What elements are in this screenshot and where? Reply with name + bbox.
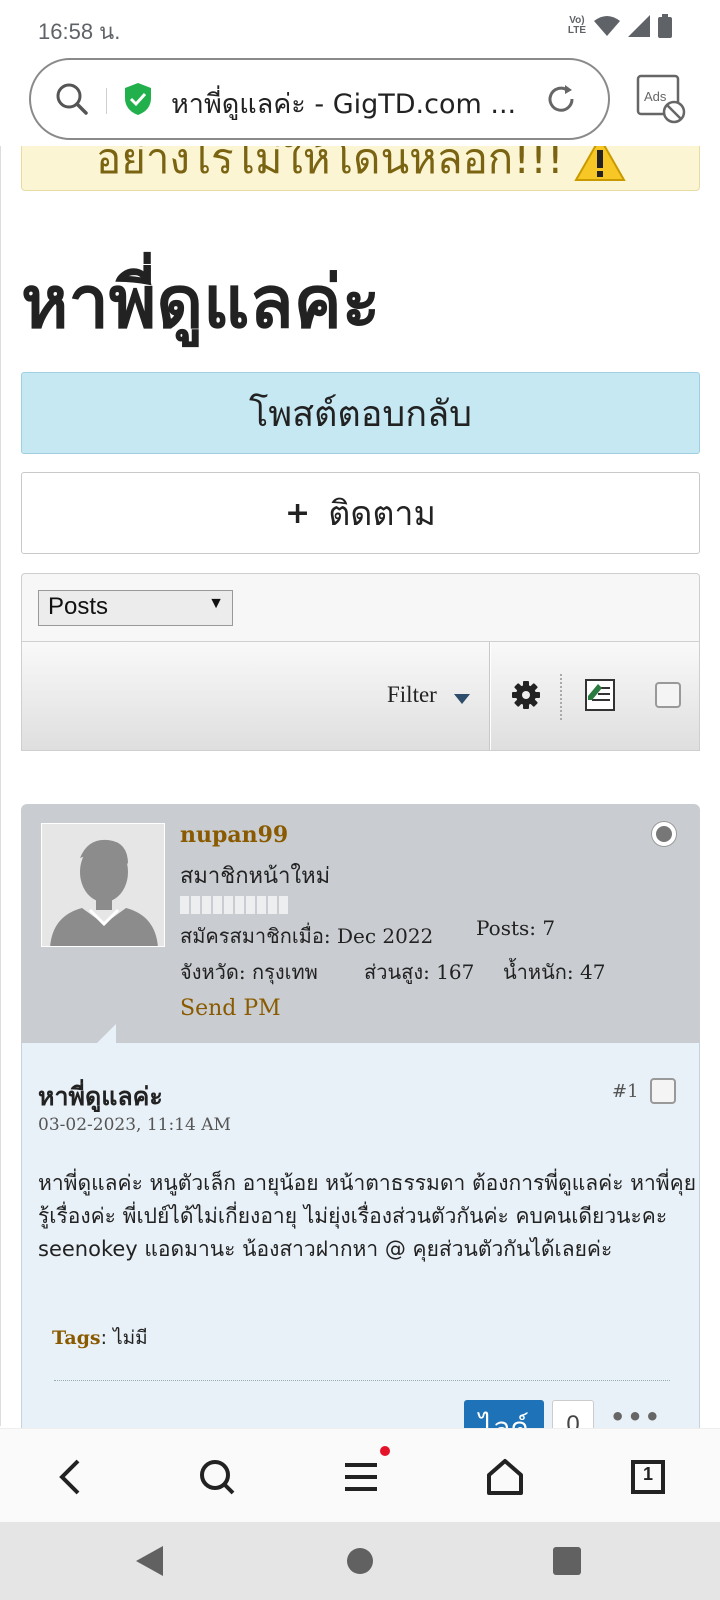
filter-caret-icon[interactable] [454, 694, 470, 704]
banner-text: อย่างไรไม่ให้โดนหลอก!!! [96, 146, 564, 183]
province-label: จังหวัด: [180, 960, 246, 984]
url-title[interactable]: หาพี่ดูแลค่ะ - GigTD.com ... [171, 82, 551, 125]
join-date: สมัครสมาชิกเมื่อ: Dec 2022 [180, 920, 433, 952]
post-body: หาพี่ดูแลค่ะ 03-02-2023, 11:14 AM #1 หาพ… [21, 1043, 700, 1450]
ad-block-icon[interactable]: Ads [636, 74, 690, 126]
view-select-value: Posts [48, 593, 109, 620]
warning-icon [574, 146, 626, 181]
post-count: Posts: 7 [476, 916, 555, 940]
speech-tail [96, 1024, 116, 1044]
tags-label: Tags [52, 1327, 101, 1349]
plus-icon: + [285, 495, 311, 531]
reputation-bar [180, 896, 288, 914]
post-divider [54, 1380, 670, 1381]
default-avatar-icon [42, 824, 164, 946]
height-label: ส่วนสูง: [364, 960, 430, 984]
weight-value: 47 [579, 960, 606, 984]
menu-icon[interactable] [337, 1453, 385, 1501]
ads-label: Ads [644, 89, 667, 104]
post-count-label: Posts: [476, 916, 536, 940]
wifi-icon [594, 16, 620, 36]
province-value: กรุงเทพ [251, 960, 318, 984]
tab-count: 1 [642, 1464, 653, 1484]
address-bar[interactable]: หาพี่ดูแลค่ะ - GigTD.com ... [29, 58, 610, 140]
post-select-checkbox[interactable] [650, 1078, 676, 1104]
system-back-icon[interactable] [136, 1546, 163, 1576]
search-icon[interactable] [193, 1453, 241, 1501]
user-height: ส่วนสูง: 167 [364, 956, 474, 988]
join-date-value: Dec 2022 [336, 924, 434, 948]
view-select[interactable]: Posts ▼ [38, 590, 233, 626]
reply-button[interactable]: โพสต์ตอบกลับ [21, 372, 700, 454]
user-province: จังหวัด: กรุงเทพ [180, 956, 318, 988]
follow-label: ติดตาม [328, 494, 436, 534]
thread-toolbar: Posts ▼ Filter [21, 573, 700, 751]
post-author-panel: nupan99 สมาชิกหน้าใหม่ สมัครสมาชิกเมื่อ:… [21, 804, 700, 1044]
select-all-checkbox[interactable] [655, 682, 681, 708]
tabs-button[interactable]: 1 [624, 1453, 672, 1501]
system-nav-bar [0, 1522, 720, 1600]
battery-icon [658, 14, 672, 38]
gear-icon[interactable] [511, 680, 541, 710]
signal-icon [628, 15, 650, 37]
browser-bottom-nav: 1 [0, 1428, 720, 1522]
more-options-icon[interactable]: ••• [610, 1403, 662, 1431]
send-pm-link[interactable]: Send PM [180, 996, 281, 1021]
back-arrow-icon[interactable] [48, 1453, 96, 1501]
volte-icon: Vo) LTE [567, 15, 586, 36]
post-tags: Tags: ไม่มี [52, 1323, 148, 1353]
username-link[interactable]: nupan99 [180, 822, 288, 848]
post-date: 03-02-2023, 11:14 AM [38, 1115, 231, 1135]
search-icon[interactable] [55, 82, 89, 116]
tags-value: ไม่มี [113, 1327, 148, 1349]
user-title: สมาชิกหน้าใหม่ [180, 864, 331, 889]
shield-check-icon [125, 83, 151, 115]
user-weight: น้ำหนัก: 47 [503, 956, 605, 988]
warning-banner[interactable]: อย่างไรไม่ให้โดนหลอก!!! [21, 146, 700, 191]
avatar[interactable] [41, 823, 165, 947]
online-status-icon [652, 822, 676, 846]
system-recents-icon[interactable] [553, 1547, 581, 1575]
height-value: 167 [436, 960, 475, 984]
post-content: หาพี่ดูแลค่ะ หนูตัวเล็ก อายุน้อย หน้าตาธ… [38, 1171, 696, 1261]
page-title: หาพี่ดูแลค่ะ [21, 260, 381, 344]
toolbar-dotted-separator [560, 674, 562, 720]
weight-label: น้ำหนัก: [503, 960, 574, 984]
post-title: หาพี่ดูแลค่ะ [38, 1082, 163, 1111]
post-count-value: 7 [542, 916, 556, 940]
url-divider [106, 88, 107, 114]
reload-icon[interactable] [544, 82, 578, 116]
join-date-label: สมัครสมาชิกเมื่อ: [180, 924, 331, 948]
dropdown-arrow-icon: ▼ [208, 595, 224, 612]
post-number-link[interactable]: #1 [612, 1081, 639, 1102]
filter-button[interactable]: Filter [387, 682, 437, 708]
inline-mod-icon[interactable] [584, 678, 616, 712]
toolbar-actions: Filter [22, 641, 699, 750]
system-home-icon[interactable] [347, 1548, 373, 1574]
menu-notification-badge [380, 1446, 390, 1456]
tags-colon: : [100, 1327, 114, 1349]
status-time: 16:58 น. [38, 19, 121, 44]
follow-button[interactable]: + ติดตาม [21, 472, 700, 554]
status-bar: 16:58 น. Vo) LTE [0, 0, 720, 52]
status-icons: Vo) LTE [568, 14, 672, 38]
home-icon[interactable] [481, 1453, 529, 1501]
toolbar-separator [489, 642, 491, 750]
